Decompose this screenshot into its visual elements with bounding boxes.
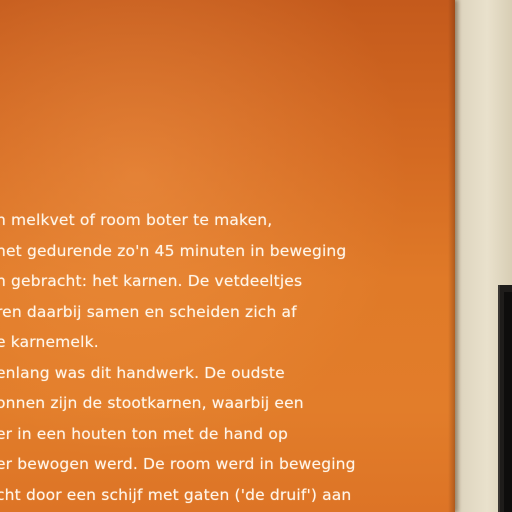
dark-frame-inner xyxy=(504,292,512,512)
text-line-2: het gedurende zo'n 45 minuten in bewegin… xyxy=(0,241,347,260)
text-line-6: enlang was dit handwerk. De oudste xyxy=(0,363,285,382)
text-line-1: n melkvet of room boter te maken, xyxy=(0,211,273,229)
text-line-5: e karnemelk. xyxy=(0,333,99,351)
panel-text-block: n melkvet of room boter te maken, het ge… xyxy=(0,205,456,510)
text-line-3: n gebracht: het karnen. De vetdeeltjes xyxy=(0,272,303,290)
text-line-4: ren daarbij samen en scheiden zich af xyxy=(0,302,297,321)
photo-scene: n melkvet of room boter te maken, het ge… xyxy=(0,0,512,512)
text-line-10: cht door een schijf met gaten ('de druif… xyxy=(0,485,352,504)
text-line-9: er bewogen werd. De room werd in bewegin… xyxy=(0,455,356,473)
text-line-7: onnen zijn de stootkarnen, waarbij een xyxy=(0,394,304,412)
orange-info-panel: n melkvet of room boter te maken, het ge… xyxy=(0,0,455,512)
text-line-8: er in een houten ton met de hand op xyxy=(0,424,288,443)
